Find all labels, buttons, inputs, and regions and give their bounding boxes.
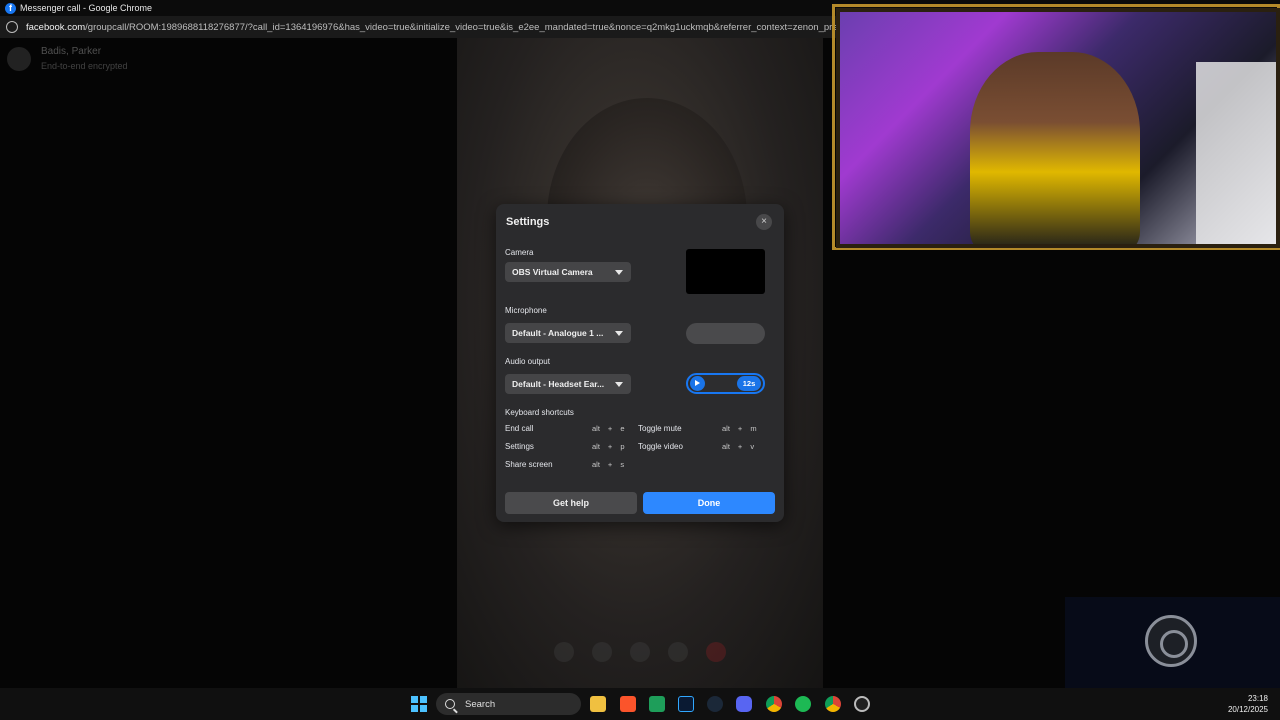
camera-select[interactable]: OBS Virtual Camera bbox=[505, 262, 631, 282]
key: + bbox=[737, 442, 743, 451]
camera-label: Camera bbox=[505, 248, 534, 257]
camera-preview bbox=[686, 249, 765, 294]
mic-toggle-icon[interactable] bbox=[668, 642, 688, 662]
participants-name: Badis, Parker bbox=[41, 46, 102, 57]
audio-output-select[interactable]: Default - Headset Ear... bbox=[505, 374, 631, 394]
chevron-down-icon bbox=[615, 331, 623, 336]
system-clock[interactable]: 23:18 20/12/2025 bbox=[1228, 693, 1268, 715]
encryption-status: End-to-end encrypted bbox=[41, 61, 128, 71]
key: alt bbox=[722, 424, 730, 433]
settings-dialog: Settings × Camera OBS Virtual Camera Mic… bbox=[496, 204, 784, 522]
call-controls bbox=[457, 642, 823, 662]
key: p bbox=[620, 442, 625, 451]
taskbar-search[interactable]: Search bbox=[436, 693, 581, 715]
avatar bbox=[7, 46, 31, 71]
key: + bbox=[607, 424, 613, 433]
obs-icon[interactable] bbox=[854, 696, 870, 712]
screen-share-icon[interactable] bbox=[554, 642, 574, 662]
key: alt bbox=[722, 442, 730, 451]
url-path: /groupcall/ROOM:1989688118276877/?call_i… bbox=[85, 21, 846, 33]
photoshop-icon[interactable] bbox=[678, 696, 694, 712]
key: alt bbox=[592, 460, 600, 469]
microphone-select-value: Default - Analogue 1 ... bbox=[512, 328, 604, 338]
webcam-overlay bbox=[836, 8, 1280, 248]
add-people-icon[interactable] bbox=[592, 642, 612, 662]
site-info-icon[interactable] bbox=[6, 21, 18, 33]
microphone-label: Microphone bbox=[505, 306, 547, 315]
shortcut-label: Settings bbox=[505, 442, 534, 451]
search-icon bbox=[445, 699, 455, 709]
taskbar: Search 23:18 20/12/2025 bbox=[0, 688, 1280, 720]
app-icon[interactable] bbox=[649, 696, 665, 712]
window-title: Messenger call - Google Chrome bbox=[20, 3, 153, 13]
get-help-button[interactable]: Get help bbox=[505, 492, 637, 514]
audio-output-label: Audio output bbox=[505, 357, 550, 366]
steam-icon[interactable] bbox=[707, 696, 723, 712]
shortcut-label: End call bbox=[505, 424, 534, 433]
windows-start-icon[interactable] bbox=[411, 696, 427, 712]
key: alt bbox=[592, 442, 600, 451]
shortcut-keys: alt + p bbox=[592, 442, 624, 451]
dialog-title: Settings bbox=[506, 216, 550, 228]
key: alt bbox=[592, 424, 600, 433]
url-domain: facebook.com bbox=[26, 21, 86, 33]
key: + bbox=[607, 442, 613, 451]
audio-output-select-value: Default - Headset Ear... bbox=[512, 379, 605, 389]
end-call-icon[interactable] bbox=[706, 642, 726, 662]
done-button[interactable]: Done bbox=[643, 492, 775, 514]
discord-icon[interactable] bbox=[736, 696, 752, 712]
audio-test-duration: 12s bbox=[737, 376, 761, 391]
shortcuts-label: Keyboard shortcuts bbox=[505, 408, 574, 417]
shortcut-label: Share screen bbox=[505, 460, 553, 469]
clock-date: 20/12/2025 bbox=[1227, 705, 1268, 714]
url-text[interactable]: facebook.com/groupcall/ROOM:198968811827… bbox=[26, 22, 846, 33]
brave-icon[interactable] bbox=[620, 696, 636, 712]
key: e bbox=[620, 424, 625, 433]
key: + bbox=[607, 460, 613, 469]
shortcut-keys: alt + s bbox=[592, 460, 624, 469]
call-header: Badis, Parker End-to-end encrypted bbox=[7, 46, 128, 71]
spotify-icon[interactable] bbox=[795, 696, 811, 712]
shortcut-keys: alt + v bbox=[722, 442, 754, 451]
chrome-icon[interactable] bbox=[766, 696, 782, 712]
shortcut-label: Toggle mute bbox=[638, 424, 682, 433]
pc-case bbox=[1196, 62, 1276, 244]
file-explorer-icon[interactable] bbox=[590, 696, 606, 712]
shortcut-label: Toggle video bbox=[638, 442, 683, 451]
audio-test-player[interactable]: 12s bbox=[686, 373, 765, 394]
camera-toggle-icon[interactable] bbox=[630, 642, 650, 662]
key: + bbox=[737, 424, 743, 433]
chevron-down-icon bbox=[615, 270, 623, 275]
facebook-icon: f bbox=[5, 2, 16, 14]
key: v bbox=[750, 442, 755, 451]
microphone-select[interactable]: Default - Analogue 1 ... bbox=[505, 323, 631, 343]
key: s bbox=[620, 460, 625, 469]
chevron-down-icon bbox=[615, 382, 623, 387]
search-placeholder: Search bbox=[465, 698, 496, 710]
streamer bbox=[970, 52, 1140, 244]
clock-time: 23:18 bbox=[1247, 694, 1268, 703]
play-icon[interactable] bbox=[690, 376, 705, 391]
chrome-icon[interactable] bbox=[825, 696, 841, 712]
obs-logo-icon bbox=[1145, 615, 1197, 667]
camera-select-value: OBS Virtual Camera bbox=[512, 267, 593, 277]
key: m bbox=[750, 424, 757, 433]
mic-level-meter bbox=[686, 323, 765, 344]
shortcut-keys: alt + m bbox=[722, 424, 757, 433]
close-icon[interactable]: × bbox=[756, 214, 772, 230]
shortcut-keys: alt + e bbox=[592, 424, 624, 433]
